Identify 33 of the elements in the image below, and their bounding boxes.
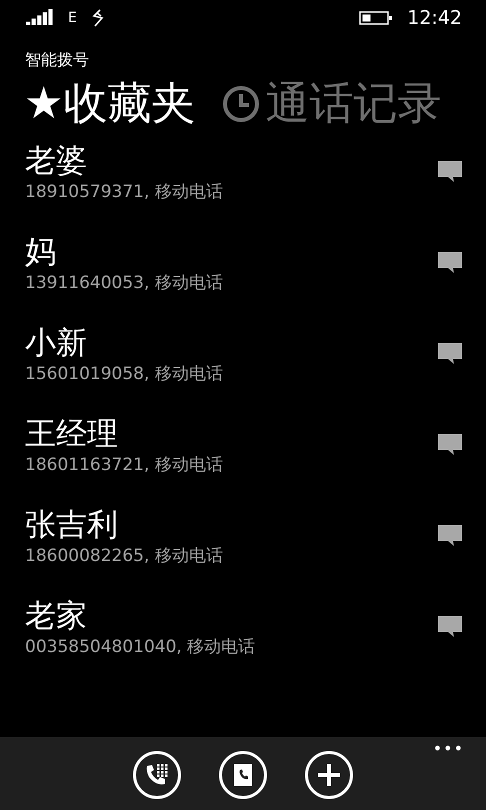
pivot-tab[interactable]: 通话记录	[221, 77, 442, 131]
contact-name[interactable]: 老家	[25, 596, 87, 636]
app-title: 智能拨号	[25, 50, 90, 71]
contact-phone: 18600082265, 移动电话	[25, 545, 223, 567]
contact-name[interactable]: 妈	[25, 232, 56, 272]
contact-name[interactable]: 小新	[25, 323, 87, 363]
contact-name[interactable]: 老婆	[25, 141, 87, 181]
contact-phone: 18910579371, 移动电话	[25, 181, 223, 203]
contacts-button[interactable]	[219, 751, 267, 799]
clock-time: 12:42	[407, 7, 462, 29]
more-button[interactable]: •••	[432, 739, 464, 758]
contact-name[interactable]: 王经理	[25, 414, 118, 454]
clock-icon	[221, 84, 262, 124]
pivot-tab[interactable]: ★收藏夹	[24, 77, 196, 131]
message-icon[interactable]	[436, 523, 464, 549]
message-icon[interactable]	[436, 614, 464, 640]
dialpad-button[interactable]	[133, 751, 181, 799]
contact-name[interactable]: 张吉利	[25, 505, 118, 545]
data-transfer-icon	[90, 9, 105, 27]
battery-icon	[359, 11, 394, 25]
message-icon[interactable]	[436, 432, 464, 458]
contact-phone: 15601019058, 移动电话	[25, 363, 223, 385]
add-button[interactable]	[305, 751, 353, 799]
address-book-icon	[232, 763, 254, 787]
contact-phone: 00358504801040, 移动电话	[25, 636, 256, 658]
contact-phone: 13911640053, 移动电话	[25, 272, 223, 294]
signal-strength-icon	[26, 9, 54, 27]
plus-icon	[316, 762, 342, 788]
message-icon[interactable]	[436, 341, 464, 367]
message-icon[interactable]	[436, 159, 464, 185]
network-type: E	[68, 10, 77, 26]
message-icon[interactable]	[436, 250, 464, 276]
contact-phone: 18601163721, 移动电话	[25, 454, 223, 476]
